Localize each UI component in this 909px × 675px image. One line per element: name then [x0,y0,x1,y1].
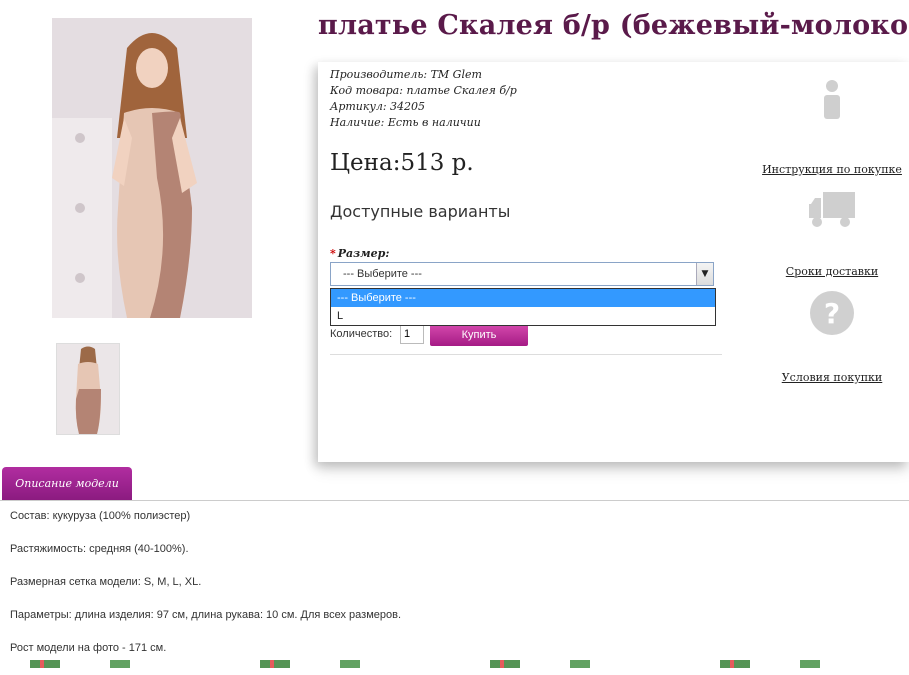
meta-availability: Наличие: Есть в наличии [330,115,517,131]
quantity-label: Количество: [330,328,393,340]
conditions-link[interactable]: Условия покупки [782,371,883,384]
size-option-l[interactable]: L [331,307,715,325]
svg-text:?: ? [824,297,840,330]
desc-key: Параметры: [10,609,72,621]
delivery-block: Сроки доставки [762,190,902,279]
quantity-input[interactable]: 1 [400,324,424,344]
desc-key: Растяжимость: [10,543,87,555]
decorative-garland [0,660,909,668]
desc-stretch: Растяжимость: средняя (40-100%). [10,543,401,576]
product-info-panel: Производитель: TM Glem Код товара: плать… [318,62,909,462]
desc-key: Размерная сетка модели: [10,576,141,588]
desc-parameters: Параметры: длина изделия: 97 см, длина р… [10,609,401,642]
question-icon: ? [762,290,902,340]
instructions-block: Инструкция по покупке [762,80,902,177]
tab-divider [0,500,909,501]
dress-photo-illustration [52,18,252,318]
meta-article: Артикул: 34205 [330,99,517,115]
truck-icon [762,190,902,234]
meta-label: Артикул: [330,100,387,113]
chevron-down-icon[interactable]: ▼ [696,263,713,285]
size-label-text: Размер: [337,247,390,260]
product-price: Цена:513 р. [330,150,474,176]
conditions-block: ? Условия покупки [762,290,902,385]
desc-key: Состав: [10,510,50,522]
buy-button[interactable]: Купить [430,324,528,346]
model-description: Состав: кукуруза (100% полиэстер) Растяж… [10,510,401,675]
instructions-link[interactable]: Инструкция по покупке [762,163,902,176]
divider [330,354,722,355]
desc-model-height: Рост модели на фото - 171 см. [10,642,401,675]
variants-heading: Доступные варианты [330,202,511,221]
meta-manufacturer: Производитель: TM Glem [330,67,517,83]
meta-label: Код товара: [330,84,403,97]
size-option-placeholder[interactable]: --- Выберите --- [331,289,715,307]
tab-model-description[interactable]: Описание модели [2,467,132,500]
info-icon [762,80,902,124]
meta-label: Наличие: [330,116,385,129]
size-select[interactable]: --- Выберите --- ▼ [330,262,714,286]
dress-thumbnail-illustration [57,344,119,434]
product-meta: Производитель: TM Glem Код товара: плать… [330,67,517,131]
delivery-link[interactable]: Сроки доставки [786,265,878,278]
size-label: * Размер: [330,247,389,260]
desc-value: длина изделия: 97 см, длина рукава: 10 с… [74,609,402,621]
desc-composition: Состав: кукуруза (100% полиэстер) [10,510,401,543]
desc-size-grid: Размерная сетка модели: S, M, L, XL. [10,576,401,609]
meta-value: платье Скалея б/р [406,84,517,97]
meta-label: Производитель: [330,68,428,81]
desc-value: S, M, L, XL. [143,576,202,588]
size-select-value: --- Выберите --- [343,268,422,280]
meta-value: Есть в наличии [387,116,481,129]
desc-value: Рост модели на фото - 171 см. [10,642,167,654]
product-thumbnail[interactable] [56,343,120,435]
desc-value: средняя (40-100%). [89,543,189,555]
required-mark: * [330,247,336,260]
meta-value: 34205 [390,100,426,113]
product-main-image[interactable] [52,18,252,318]
desc-value: кукуруза (100% полиэстер) [52,510,191,522]
product-title: платье Скалея б/р (бежевый-молоко) [318,10,909,41]
meta-value: TM Glem [430,68,482,81]
size-dropdown-list: --- Выберите --- L [330,288,716,326]
meta-product-code: Код товара: платье Скалея б/р [330,83,517,99]
